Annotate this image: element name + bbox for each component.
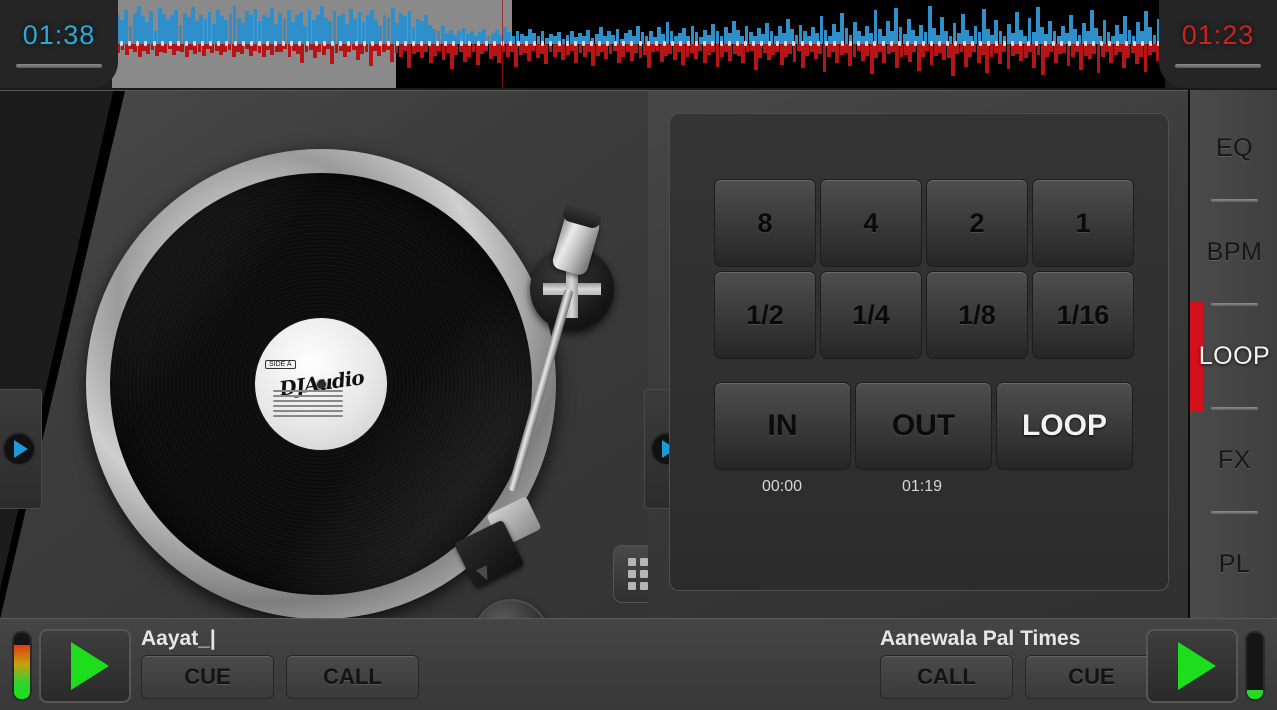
- deck-a-play-button[interactable]: [39, 629, 131, 703]
- deck-a-cue-button[interactable]: CUE: [141, 655, 274, 699]
- deck-b-time-underline: [1175, 64, 1261, 68]
- vinyl-tracklist-lines: [273, 390, 343, 420]
- beat-pad-4[interactable]: 4: [820, 179, 922, 267]
- deck-b-cue-button[interactable]: CUE: [1025, 655, 1158, 699]
- deck-a-track-title: Aayat_|: [141, 627, 216, 650]
- waveform-deck-b: [112, 44, 1165, 88]
- tab-pl[interactable]: PL: [1190, 514, 1277, 614]
- deck-a-call-button[interactable]: CALL: [286, 655, 419, 699]
- beat-pad-2[interactable]: 2: [926, 179, 1028, 267]
- expand-circle: [2, 432, 36, 466]
- right-tab-sidebar: EQ BPM LOOP FX PL: [1188, 90, 1277, 618]
- loop-out-time: 01:19: [901, 478, 943, 495]
- deck-b-vu-meter: [1245, 631, 1265, 701]
- tab-loop[interactable]: LOOP: [1190, 306, 1277, 406]
- main-area: SIDE A DJAudio: [0, 90, 1277, 695]
- tab-eq[interactable]: EQ: [1190, 98, 1277, 198]
- loop-in-button[interactable]: IN: [714, 382, 851, 470]
- beat-grid: [112, 40, 1165, 49]
- deck-a-expand-button[interactable]: [0, 389, 42, 509]
- deck-b-call-button[interactable]: CALL: [880, 655, 1013, 699]
- waveform-deck-a: [112, 0, 1165, 44]
- beat-pad-quarter[interactable]: 1/4: [820, 271, 922, 359]
- deck-b-buttons: CALL CUE: [880, 655, 1158, 699]
- loop-inner-frame: 8 4 2 1 1/2 1/4 1/8 1/16 IN OUT LOOP 00:…: [669, 113, 1169, 591]
- beat-pad-half[interactable]: 1/2: [714, 271, 816, 359]
- loop-toggle-button[interactable]: LOOP: [996, 382, 1133, 470]
- deck-a-vu-meter: [12, 631, 32, 701]
- turntable[interactable]: SIDE A DJAudio: [60, 119, 614, 619]
- deck-b-play-button[interactable]: [1146, 629, 1238, 703]
- deck-b-time-display: 01:23: [1159, 0, 1277, 88]
- dj-app-root: 01:38 01:23 SIDE A 8 4 2 1 1/2 1/4 1/8 1…: [0, 0, 1277, 710]
- deck-b-track-title: Aanewala Pal Times: [880, 627, 1081, 650]
- deck-b-meta: Aanewala Pal Times CALL CUE: [880, 627, 1158, 699]
- deck-b-time: 01:23: [1181, 20, 1255, 50]
- deck-a-time-underline: [16, 64, 102, 68]
- beat-pad-row-2: 1/2 1/4 1/8 1/16: [714, 271, 1134, 359]
- loop-time-row: 00:00 01:19: [714, 478, 1134, 496]
- loop-time-spacer: [994, 478, 1130, 496]
- spindle: [316, 379, 326, 389]
- deck-a-vu-fill: [14, 644, 30, 699]
- vinyl-side-label: SIDE A: [265, 360, 296, 369]
- play-icon: [1178, 642, 1216, 690]
- loop-out-button[interactable]: OUT: [855, 382, 992, 470]
- deck-a-panel: SIDE A DJAudio: [0, 90, 648, 695]
- beat-pad-1[interactable]: 1: [1032, 179, 1134, 267]
- vinyl-label: SIDE A DJAudio: [255, 318, 387, 450]
- deck-a-meta: Aayat_| CUE CALL: [141, 627, 419, 699]
- loop-panel: 8 4 2 1 1/2 1/4 1/8 1/16 IN OUT LOOP 00:…: [644, 90, 1188, 618]
- deck-a-time: 01:38: [22, 20, 96, 50]
- deck-a-time-display: 01:38: [0, 0, 118, 88]
- bottom-transport-bar: Aayat_| CUE CALL Aanewala Pal Times CALL…: [0, 618, 1277, 710]
- playhead-marker: [501, 0, 503, 88]
- deck-a-buttons: CUE CALL: [141, 655, 419, 699]
- deck-b-vu-fill: [1247, 689, 1263, 699]
- beat-pad-sixteenth[interactable]: 1/16: [1032, 271, 1134, 359]
- tab-bpm[interactable]: BPM: [1190, 202, 1277, 302]
- loop-io-row: IN OUT LOOP: [714, 382, 1134, 470]
- vinyl-record[interactable]: SIDE A DJAudio: [110, 173, 532, 595]
- beat-pad-row-1: 8 4 2 1: [714, 179, 1134, 267]
- beat-pad-eighth[interactable]: 1/8: [926, 271, 1028, 359]
- tab-fx[interactable]: FX: [1190, 410, 1277, 510]
- waveform-strip: 01:38 01:23: [0, 0, 1277, 88]
- loop-in-time: 00:00: [761, 478, 803, 495]
- beat-pad-grid: 8 4 2 1 1/2 1/4 1/8 1/16: [714, 179, 1134, 363]
- play-triangle-icon: [14, 440, 28, 458]
- play-icon: [71, 642, 109, 690]
- beat-pad-8[interactable]: 8: [714, 179, 816, 267]
- waveform-canvas[interactable]: [112, 0, 1165, 88]
